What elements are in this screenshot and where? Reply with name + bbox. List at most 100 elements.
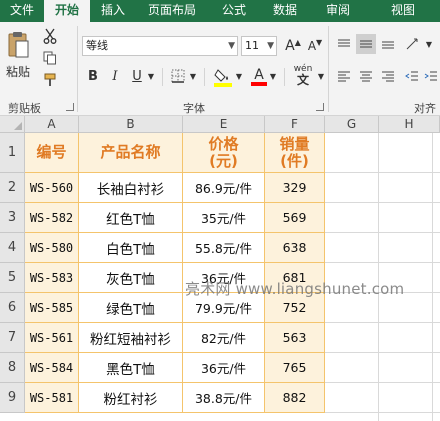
underline-button[interactable]: U	[128, 66, 146, 86]
align-middle-button[interactable]	[356, 34, 376, 54]
cell-code[interactable]: WS-560	[25, 173, 79, 203]
tab-formulas[interactable]: 公式	[208, 0, 260, 22]
align-bottom-button[interactable]	[378, 34, 398, 54]
cell-code[interactable]: WS-585	[25, 293, 79, 323]
bold-button[interactable]: B	[84, 66, 102, 86]
gridline	[325, 352, 440, 353]
select-all-button[interactable]	[0, 116, 25, 133]
grow-font-button[interactable]: A ▲	[283, 36, 303, 56]
cell-price[interactable]: 35元/件	[183, 203, 265, 233]
row-header[interactable]: 8	[0, 353, 25, 383]
tab-insert[interactable]: 插入	[90, 0, 136, 22]
paste-button[interactable]: 粘贴	[4, 28, 32, 82]
paste-icon	[8, 31, 29, 57]
cell-price[interactable]: 36元/件	[183, 353, 265, 383]
cell-sales[interactable]: 329	[265, 173, 325, 203]
worksheet-grid[interactable]: A B E F G H 123456789 编号 产品名称 价格 (元) 销量 (件) WS…	[0, 116, 440, 421]
cell-product-name[interactable]: 粉红短袖衬衫	[79, 323, 183, 353]
row-header[interactable]: 1	[0, 133, 25, 173]
font-color-dropdown[interactable]: ▼	[268, 66, 278, 86]
cell-sales[interactable]: 638	[265, 233, 325, 263]
tab-home[interactable]: 开始	[44, 0, 90, 22]
column-header-h[interactable]: H	[379, 116, 440, 133]
borders-button[interactable]	[168, 66, 188, 86]
font-name-combo[interactable]: 等线 ▼	[82, 36, 238, 56]
orientation-button[interactable]	[402, 34, 424, 54]
cell-sales[interactable]: 563	[265, 323, 325, 353]
tab-file[interactable]: 文件	[0, 0, 44, 22]
cell-price[interactable]: 82元/件	[183, 323, 265, 353]
fill-color-dropdown[interactable]: ▼	[234, 66, 244, 86]
font-group-label: 字体	[183, 102, 205, 115]
cell-sales[interactable]: 569	[265, 203, 325, 233]
cell-product-name[interactable]: 绿色T恤	[79, 293, 183, 323]
borders-dropdown[interactable]: ▼	[188, 66, 198, 86]
phonetic-dropdown[interactable]: ▼	[316, 66, 326, 86]
cell-product-name[interactable]: 粉红衬衫	[79, 383, 183, 413]
tab-page-layout[interactable]: 页面布局	[136, 0, 208, 22]
header-cell-code[interactable]: 编号	[25, 133, 79, 173]
italic-button[interactable]: I	[106, 66, 124, 86]
align-center-button[interactable]	[356, 66, 376, 86]
cell-price[interactable]: 55.8元/件	[183, 233, 265, 263]
cell-product-name[interactable]: 红色T恤	[79, 203, 183, 233]
cell-code[interactable]: WS-580	[25, 233, 79, 263]
row-header[interactable]: 2	[0, 173, 25, 203]
row-header[interactable]: 4	[0, 233, 25, 263]
row-header[interactable]: 5	[0, 263, 25, 293]
fill-color-button[interactable]	[212, 66, 234, 88]
row-header[interactable]: 3	[0, 203, 25, 233]
header-cell-price[interactable]: 价格 (元)	[183, 133, 265, 173]
cell-product-name[interactable]: 黑色T恤	[79, 353, 183, 383]
format-painter-button[interactable]	[40, 70, 60, 90]
font-size-combo[interactable]: 11 ▼	[241, 36, 277, 56]
column-header-f[interactable]: F	[265, 116, 325, 133]
cell-sales[interactable]: 765	[265, 353, 325, 383]
header-cell-name[interactable]: 产品名称	[79, 133, 183, 173]
column-header-e[interactable]: E	[183, 116, 265, 133]
copy-icon	[43, 51, 56, 65]
font-dialog-launcher[interactable]	[316, 103, 324, 111]
shrink-font-button[interactable]: A ▼	[305, 36, 325, 56]
scissors-icon	[43, 28, 57, 44]
decrease-indent-icon	[405, 71, 418, 81]
ribbon-tabs: 文件 开始 插入 页面布局 公式 数据 审阅 视图	[0, 0, 440, 22]
align-left-button[interactable]	[334, 66, 354, 86]
increase-indent-button[interactable]	[422, 66, 440, 86]
phonetic-guide-button[interactable]: wén 文	[290, 64, 316, 88]
cell-sales[interactable]: 882	[265, 383, 325, 413]
cell-code[interactable]: WS-561	[25, 323, 79, 353]
align-right-button[interactable]	[378, 66, 398, 86]
gridline	[325, 262, 440, 263]
cell-code[interactable]: WS-582	[25, 203, 79, 233]
decrease-indent-button[interactable]	[402, 66, 422, 86]
cell-code[interactable]: WS-581	[25, 383, 79, 413]
cell-price[interactable]: 38.8元/件	[183, 383, 265, 413]
align-top-button[interactable]	[334, 34, 354, 54]
chevron-down-icon: ▼	[267, 41, 274, 51]
copy-button[interactable]	[40, 48, 60, 68]
tab-view[interactable]: 视图	[366, 0, 440, 22]
clipboard-dialog-launcher[interactable]	[66, 103, 74, 111]
cell-price[interactable]: 86.9元/件	[183, 173, 265, 203]
row-header[interactable]: 9	[0, 383, 25, 413]
column-header-a[interactable]: A	[25, 116, 79, 133]
header-cell-sales[interactable]: 销量 (件)	[265, 133, 325, 173]
row-header[interactable]: 7	[0, 323, 25, 353]
cell-code[interactable]: WS-584	[25, 353, 79, 383]
cell-code[interactable]: WS-583	[25, 263, 79, 293]
column-header-b[interactable]: B	[79, 116, 183, 133]
column-header-g[interactable]: G	[325, 116, 379, 133]
cell-product-name[interactable]: 灰色T恤	[79, 263, 183, 293]
gridline	[325, 382, 440, 383]
cut-button[interactable]	[40, 26, 60, 46]
cell-product-name[interactable]: 长袖白衬衫	[79, 173, 183, 203]
row-header[interactable]: 6	[0, 293, 25, 323]
alignment-group-label: 对齐	[414, 102, 436, 115]
orientation-dropdown[interactable]: ▼	[424, 34, 434, 54]
underline-dropdown[interactable]: ▼	[146, 66, 156, 86]
cell-product-name[interactable]: 白色T恤	[79, 233, 183, 263]
tab-data[interactable]: 数据	[260, 0, 310, 22]
tab-review[interactable]: 审阅	[310, 0, 366, 22]
font-color-button[interactable]: A	[250, 66, 268, 88]
